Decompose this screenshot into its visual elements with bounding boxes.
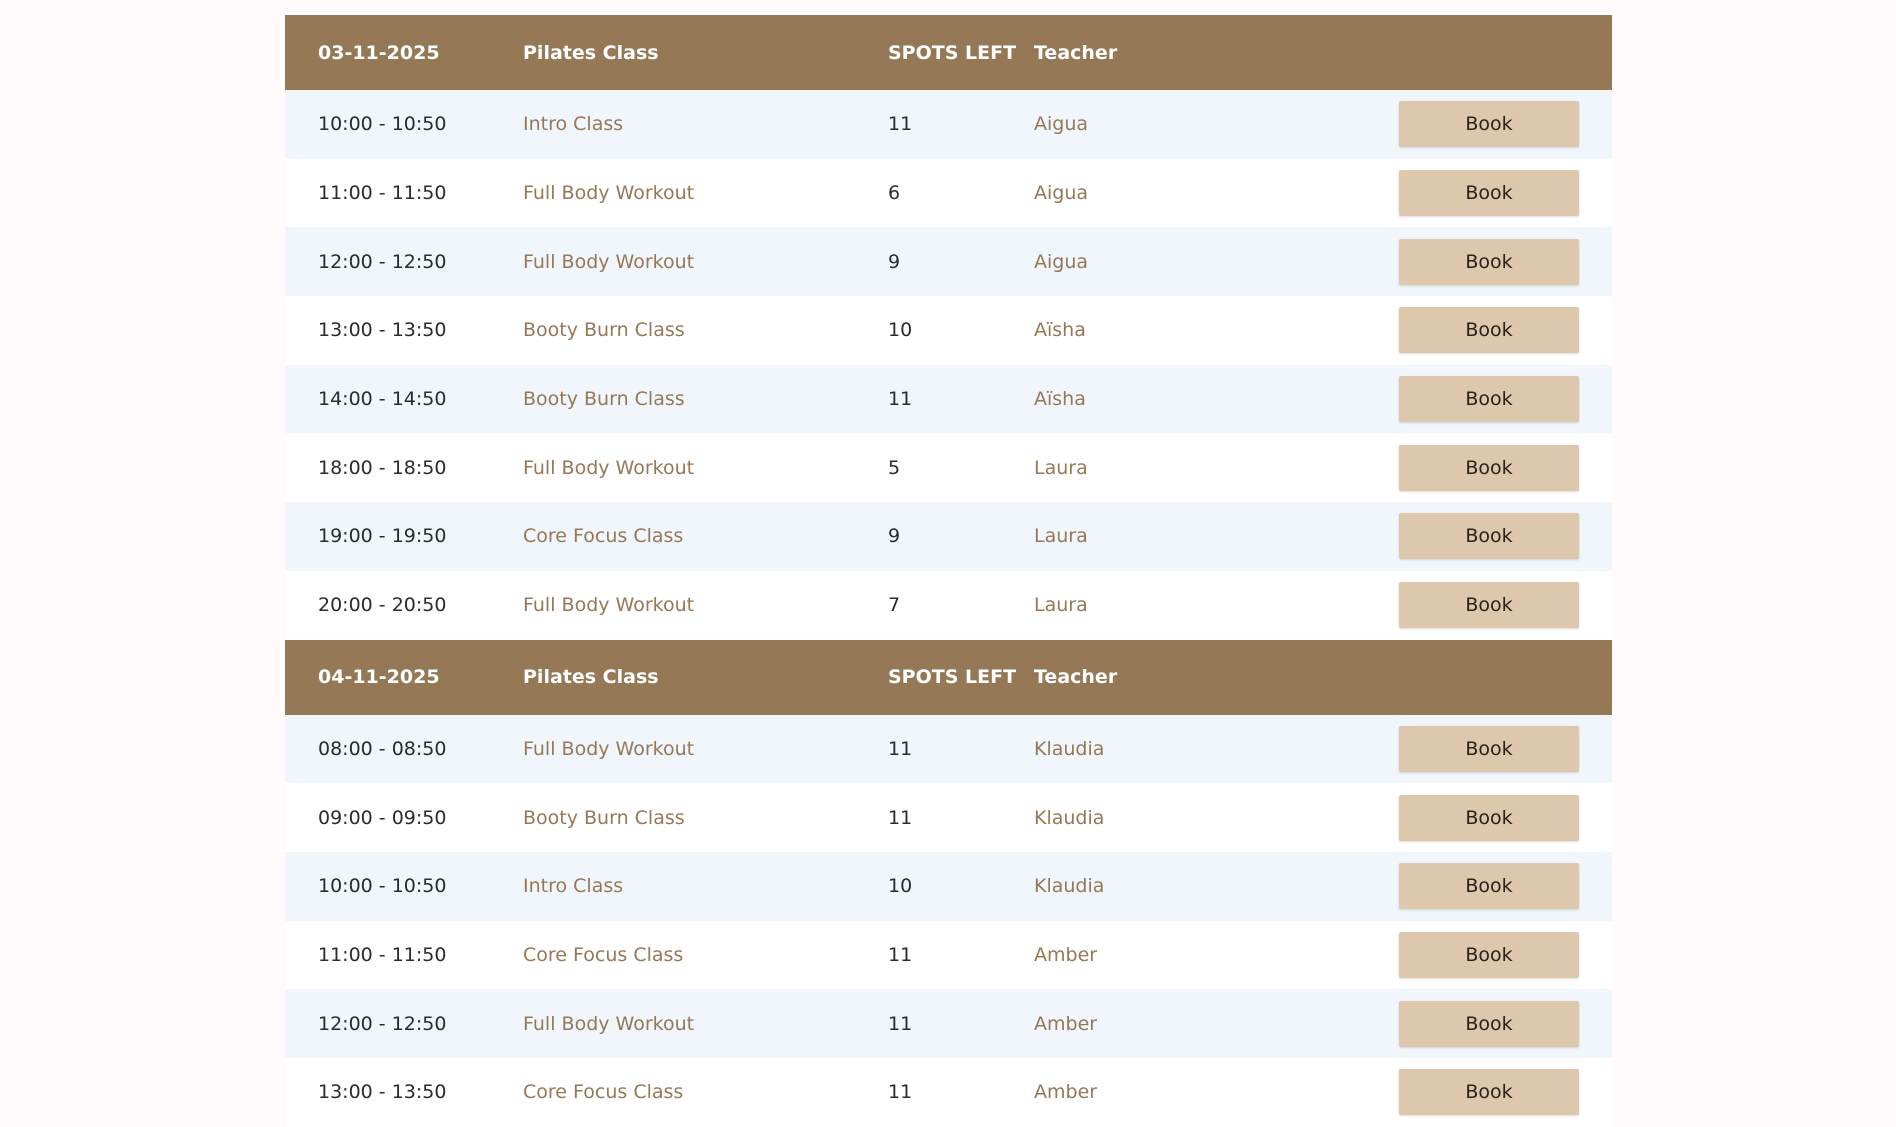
class-name: Booty Burn Class — [523, 806, 685, 829]
teacher-name: Amber — [1034, 1081, 1098, 1104]
book-button[interactable]: Book — [1399, 376, 1579, 423]
class-time: 14:00 - 14:50 — [318, 388, 447, 411]
class-time: 12:00 - 12:50 — [318, 1012, 447, 1035]
class-name: Full Body Workout — [523, 1012, 695, 1035]
book-button[interactable]: Book — [1399, 931, 1579, 978]
table-row: 13:00 - 13:50 Core Focus Class 11 Amber … — [285, 1057, 1612, 1127]
spots-left: 10 — [888, 319, 913, 342]
day-date: 04-11-2025 — [318, 666, 440, 688]
class-time: 10:00 - 10:50 — [318, 113, 447, 136]
class-name: Full Body Workout — [523, 250, 695, 273]
teacher-name: Aigua — [1034, 250, 1089, 273]
class-time: 12:00 - 12:50 — [318, 250, 447, 273]
class-time: 11:00 - 11:50 — [318, 182, 447, 205]
spots-left: 11 — [888, 737, 913, 760]
class-column-header: Pilates Class — [523, 666, 659, 688]
spots-left: 11 — [888, 113, 913, 136]
spots-left: 9 — [888, 525, 901, 548]
table-row: 14:00 - 14:50 Booty Burn Class 11 Aïsha … — [285, 364, 1612, 434]
day-date: 03-11-2025 — [318, 41, 440, 64]
table-row: 12:00 - 12:50 Full Body Workout 11 Amber… — [285, 989, 1612, 1058]
teacher-name: Amber — [1034, 943, 1098, 966]
teacher-name: Klaudia — [1034, 806, 1105, 829]
table-row: 19:00 - 19:50 Core Focus Class 9 Laura B… — [285, 502, 1612, 571]
table-row: 10:00 - 10:50 Intro Class 11 Aigua Book — [285, 90, 1612, 159]
class-name: Intro Class — [523, 113, 624, 136]
spots-left: 7 — [888, 594, 901, 617]
book-button[interactable]: Book — [1399, 444, 1579, 491]
table-row: 12:00 - 12:50 Full Body Workout 9 Aigua … — [285, 227, 1612, 297]
class-name: Booty Burn Class — [523, 319, 685, 342]
class-schedule: 03-11-2025 Pilates Class SPOTS LEFT Teac… — [285, 15, 1612, 1127]
book-button[interactable]: Book — [1399, 513, 1579, 560]
book-button[interactable]: Book — [1399, 863, 1579, 910]
book-button[interactable]: Book — [1399, 582, 1579, 629]
spots-left: 11 — [888, 1081, 913, 1104]
spots-left: 11 — [888, 1012, 913, 1035]
book-button[interactable]: Book — [1399, 238, 1579, 285]
table-row: 18:00 - 18:50 Full Body Workout 5 Laura … — [285, 433, 1612, 503]
class-time: 20:00 - 20:50 — [318, 594, 447, 617]
book-button[interactable]: Book — [1399, 1000, 1579, 1047]
class-name: Full Body Workout — [523, 182, 695, 205]
class-name: Full Body Workout — [523, 594, 695, 617]
class-column-header: Pilates Class — [523, 41, 659, 64]
book-button[interactable]: Book — [1399, 725, 1579, 772]
spots-left: 10 — [888, 875, 913, 898]
book-button[interactable]: Book — [1399, 101, 1579, 148]
teacher-name: Laura — [1034, 525, 1088, 548]
table-row: 09:00 - 09:50 Booty Burn Class 11 Klaudi… — [285, 783, 1612, 852]
table-row: 20:00 - 20:50 Full Body Workout 7 Laura … — [285, 570, 1612, 640]
day-header: 03-11-2025 Pilates Class SPOTS LEFT Teac… — [285, 15, 1612, 90]
class-time: 11:00 - 11:50 — [318, 943, 447, 966]
class-time: 18:00 - 18:50 — [318, 456, 447, 479]
book-button[interactable]: Book — [1399, 307, 1579, 354]
teacher-column-header: Teacher — [1034, 666, 1118, 688]
table-row: 10:00 - 10:50 Intro Class 10 Klaudia Boo… — [285, 851, 1612, 921]
class-time: 13:00 - 13:50 — [318, 319, 447, 342]
teacher-name: Aigua — [1034, 182, 1089, 205]
class-name: Full Body Workout — [523, 456, 695, 479]
class-time: 10:00 - 10:50 — [318, 875, 447, 898]
table-row: 11:00 - 11:50 Core Focus Class 11 Amber … — [285, 920, 1612, 990]
spots-left: 5 — [888, 456, 901, 479]
class-time: 13:00 - 13:50 — [318, 1081, 447, 1104]
book-button[interactable]: Book — [1399, 1069, 1579, 1116]
book-button[interactable]: Book — [1399, 794, 1579, 841]
spots-left: 6 — [888, 182, 901, 205]
class-time: 09:00 - 09:50 — [318, 806, 447, 829]
class-name: Full Body Workout — [523, 737, 695, 760]
class-name: Core Focus Class — [523, 525, 684, 548]
spots-left: 9 — [888, 250, 901, 273]
spots-left: 11 — [888, 388, 913, 411]
class-name: Intro Class — [523, 875, 624, 898]
class-name: Core Focus Class — [523, 943, 684, 966]
table-row: 08:00 - 08:50 Full Body Workout 11 Klaud… — [285, 714, 1612, 784]
teacher-name: Klaudia — [1034, 875, 1105, 898]
table-row: 11:00 - 11:50 Full Body Workout 6 Aigua … — [285, 158, 1612, 228]
teacher-name: Amber — [1034, 1012, 1098, 1035]
teacher-name: Aigua — [1034, 113, 1089, 136]
class-name: Booty Burn Class — [523, 388, 685, 411]
teacher-name: Laura — [1034, 594, 1088, 617]
day-header: 04-11-2025 Pilates Class SPOTS LEFT Teac… — [285, 639, 1612, 715]
spots-column-header: SPOTS LEFT — [888, 41, 1017, 64]
spots-column-header: SPOTS LEFT — [888, 666, 1017, 688]
teacher-name: Klaudia — [1034, 737, 1105, 760]
class-time: 19:00 - 19:50 — [318, 525, 447, 548]
teacher-name: Aïsha — [1034, 388, 1086, 411]
spots-left: 11 — [888, 806, 913, 829]
spots-left: 11 — [888, 943, 913, 966]
teacher-name: Aïsha — [1034, 319, 1086, 342]
table-row: 13:00 - 13:50 Booty Burn Class 10 Aïsha … — [285, 296, 1612, 365]
teacher-column-header: Teacher — [1034, 41, 1118, 64]
class-time: 08:00 - 08:50 — [318, 737, 447, 760]
book-button[interactable]: Book — [1399, 170, 1579, 217]
class-name: Core Focus Class — [523, 1081, 684, 1104]
teacher-name: Laura — [1034, 456, 1088, 479]
